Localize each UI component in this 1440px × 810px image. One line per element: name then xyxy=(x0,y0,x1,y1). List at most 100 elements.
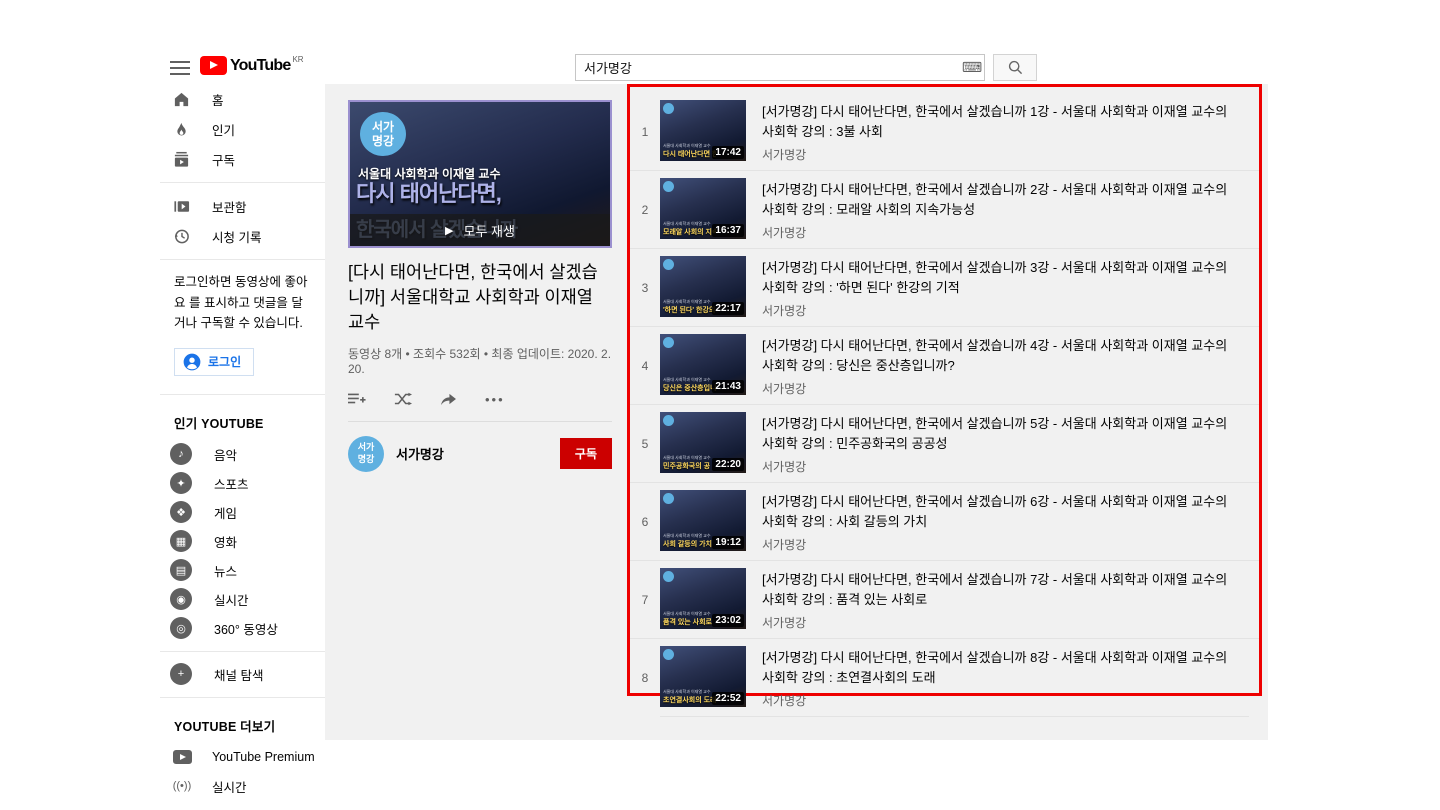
video-channel: 서가명강 xyxy=(762,536,1235,553)
video-title: [서가명강] 다시 태어난다면, 한국에서 살겠습니까 7강 - 서울대 사회학… xyxy=(762,570,1235,609)
gaming-icon: ❖ xyxy=(170,501,192,523)
playlist-video-row-1[interactable]: 1 서울대 사회학과 이재열 교수 다시 태어난다면 한국에서 살겠습니 17:… xyxy=(630,93,1259,170)
video-index: 2 xyxy=(630,203,660,217)
video-title: [서가명강] 다시 태어난다면, 한국에서 살겠습니까 1강 - 서울대 사회학… xyxy=(762,102,1235,141)
subscribe-button[interactable]: 구독 xyxy=(560,438,612,469)
video-channel: 서가명강 xyxy=(762,302,1235,319)
broadcast-icon: ((•)) xyxy=(172,780,192,792)
sidebar-item-history[interactable]: 시청 기록 xyxy=(160,221,325,251)
video-thumbnail: 서울대 사회학과 이재열 교수 사회 갈등의 가치 19:12 xyxy=(660,490,746,551)
channel-badge: 서가명강 xyxy=(360,112,406,156)
playlist-video-row-3[interactable]: 3 서울대 사회학과 이재열 교수 '하면 된다' 한강의 22:17 [서가명… xyxy=(630,248,1259,326)
top-header: YouTube KR ⌨ xyxy=(160,50,1280,84)
play-icon: ▶ xyxy=(445,224,453,237)
thumbnail-caption: 다시 태어난다면 한국에서 살겠습니 xyxy=(663,149,716,159)
news-icon: ▤ xyxy=(170,559,192,581)
sidebar-item-360-video[interactable]: ◎ 360° 동영상 xyxy=(160,614,325,643)
movies-icon: ▦ xyxy=(170,530,192,552)
sports-icon: ✦ xyxy=(170,472,192,494)
thumbnail-caption: 사회 갈등의 가치 xyxy=(663,539,716,549)
best-of-youtube-header: 인기 YOUTUBE xyxy=(160,403,325,440)
play-all-button[interactable]: ▶ 모두 재생 xyxy=(350,214,610,246)
video-index: 7 xyxy=(630,593,660,607)
sidebar-item-youtube-premium[interactable]: YouTube Premium xyxy=(160,743,325,772)
video-duration-badge: 21:43 xyxy=(712,380,744,393)
shuffle-icon xyxy=(394,392,412,406)
shuffle-button[interactable] xyxy=(394,392,412,406)
share-button[interactable] xyxy=(440,392,457,406)
sidebar-item-trending[interactable]: 인기 xyxy=(160,114,325,144)
sidebar-item-label: YouTube Premium xyxy=(212,750,315,764)
signin-button[interactable]: 로그인 xyxy=(174,348,254,376)
video-title: [서가명강] 다시 태어난다면, 한국에서 살겠습니까 5강 - 서울대 사회학… xyxy=(762,414,1235,453)
sidebar-item-label: 뉴스 xyxy=(214,561,237,580)
sidebar-item-movies[interactable]: ▦ 영화 xyxy=(160,527,325,556)
sidebar-divider xyxy=(160,651,325,652)
sidebar-item-home[interactable]: 홈 xyxy=(160,84,325,114)
thumbnail-channel-badge xyxy=(663,649,674,660)
keyboard-icon[interactable]: ⌨ xyxy=(960,59,984,76)
thumbnail-channel-badge xyxy=(663,103,674,114)
plus-icon: + xyxy=(170,663,192,685)
360-video-icon: ◎ xyxy=(170,617,192,639)
thumbnail-text-line2: 다시 태어난다면, xyxy=(356,176,501,208)
video-title: [서가명강] 다시 태어난다면, 한국에서 살겠습니까 3강 - 서울대 사회학… xyxy=(762,258,1235,297)
channel-name[interactable]: 서가명강 xyxy=(396,444,560,463)
video-duration-badge: 17:42 xyxy=(712,146,744,159)
thumbnail-caption: 민주공화국의 공 xyxy=(663,461,716,471)
sidebar-item-label: 음악 xyxy=(214,445,237,464)
playlist-thumbnail[interactable]: 서가명강 서울대 사회학과 이재열 교수 다시 태어난다면, 한국에서 살겠습니… xyxy=(348,100,612,248)
sidebar-item-label: 채널 탐색 xyxy=(214,665,263,684)
video-index: 6 xyxy=(630,515,660,529)
playlist-video-row-8[interactable]: 8 서울대 사회학과 이재열 교수 초연결사회의 도래 22:52 [서가명강]… xyxy=(630,638,1259,716)
thumbnail-channel-badge xyxy=(663,259,674,270)
playlist-video-row-7[interactable]: 7 서울대 사회학과 이재열 교수 품격 있는 사회로 23:02 [서가명강]… xyxy=(630,560,1259,638)
video-channel: 서가명강 xyxy=(762,458,1235,475)
sidebar-item-news[interactable]: ▤ 뉴스 xyxy=(160,556,325,585)
sidebar-item-gaming[interactable]: ❖ 게임 xyxy=(160,498,325,527)
thumbnail-caption: 품격 있는 사회로 xyxy=(663,617,716,627)
library-icon xyxy=(172,197,190,215)
sidebar-divider xyxy=(160,697,325,698)
sidebar-divider xyxy=(160,394,325,395)
video-thumbnail: 서울대 사회학과 이재열 교수 '하면 된다' 한강의 22:17 xyxy=(660,256,746,317)
search-icon xyxy=(1008,60,1023,75)
video-channel: 서가명강 xyxy=(762,614,1235,631)
video-channel: 서가명강 xyxy=(762,146,1235,163)
playlist-video-row-5[interactable]: 5 서울대 사회학과 이재열 교수 민주공화국의 공 22:20 [서가명강] … xyxy=(630,404,1259,482)
subscriptions-icon xyxy=(172,150,190,168)
sidebar-divider xyxy=(160,259,325,260)
playlist-video-row-4[interactable]: 4 서울대 사회학과 이재열 교수 당신은 중산층입니 21:43 [서가명강]… xyxy=(630,326,1259,404)
video-index: 3 xyxy=(630,281,660,295)
sidebar-item-subscriptions[interactable]: 구독 xyxy=(160,144,325,174)
video-title: [서가명강] 다시 태어난다면, 한국에서 살겠습니까 4강 - 서울대 사회학… xyxy=(762,336,1235,375)
menu-icon[interactable] xyxy=(170,61,190,75)
playlist-video-row-2[interactable]: 2 서울대 사회학과 이재열 교수 모래알 사회의 지속 16:37 [서가명강… xyxy=(630,170,1259,248)
sidebar-item-live-bottom[interactable]: ((•)) 실시간 xyxy=(160,772,325,801)
video-duration-badge: 22:17 xyxy=(712,302,744,315)
sidebar-item-label: 게임 xyxy=(214,503,237,522)
sidebar-item-sports[interactable]: ✦ 스포츠 xyxy=(160,469,325,498)
youtube-logo[interactable]: YouTube KR xyxy=(200,56,304,75)
playlist-video-row-6[interactable]: 6 서울대 사회학과 이재열 교수 사회 갈등의 가치 19:12 [서가명강]… xyxy=(630,482,1259,560)
channel-avatar[interactable]: 서가명강 xyxy=(348,436,384,472)
sidebar-item-label: 스포츠 xyxy=(214,474,249,493)
video-thumbnail: 서울대 사회학과 이재열 교수 민주공화국의 공 22:20 xyxy=(660,412,746,473)
thumbnail-caption: 모래알 사회의 지속 xyxy=(663,227,716,237)
thumbnail-caption: 당신은 중산층입니 xyxy=(663,383,716,393)
sidebar-item-label: 실시간 xyxy=(214,590,249,609)
playlist-panel: 서가명강 서울대 사회학과 이재열 교수 다시 태어난다면, 한국에서 살겠습니… xyxy=(348,100,612,472)
save-playlist-button[interactable] xyxy=(348,392,366,406)
sidebar-item-library[interactable]: 보관함 xyxy=(160,191,325,221)
more-actions-button[interactable]: ••• xyxy=(485,392,505,407)
search-button[interactable] xyxy=(993,54,1037,81)
video-title: [서가명강] 다시 태어난다면, 한국에서 살겠습니까 8강 - 서울대 사회학… xyxy=(762,648,1235,687)
playlist-title: [다시 태어난다면, 한국에서 살겠습니까] 서울대학교 사회학과 이재열 교수 xyxy=(348,260,612,335)
sidebar-item-browse-channels[interactable]: + 채널 탐색 xyxy=(160,660,325,689)
search-box: ⌨ xyxy=(575,54,985,81)
live-icon: ◉ xyxy=(170,588,192,610)
sidebar-item-live[interactable]: ◉ 실시간 xyxy=(160,585,325,614)
search-input[interactable] xyxy=(576,60,960,75)
video-thumbnail: 서울대 사회학과 이재열 교수 모래알 사회의 지속 16:37 xyxy=(660,178,746,239)
sidebar-item-music[interactable]: ♪ 음악 xyxy=(160,440,325,469)
